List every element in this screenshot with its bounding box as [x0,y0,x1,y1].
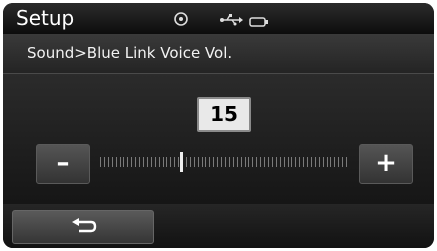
slider-tick [135,157,136,167]
slider-tick [237,157,238,167]
volume-value: 15 [197,97,251,132]
slider-tick [272,157,273,167]
slider-tick [241,157,242,167]
slider-tick [205,157,206,167]
slider-tick [198,157,199,167]
slider-tick [194,157,195,167]
slider-tick [245,157,246,167]
slider-tick [338,157,339,167]
slider-tick [120,157,121,167]
slider-tick [178,157,179,167]
slider-tick [260,157,261,167]
slider-tick [104,157,105,167]
breadcrumb: Sound>Blue Link Voice Vol. [27,44,233,62]
slider-tick [213,157,214,167]
volume-panel: 15 – + [3,74,434,204]
bottom-bar [3,204,434,248]
volume-down-button[interactable]: – [36,144,90,184]
status-bar: Setup [3,3,434,34]
slider-tick [186,157,187,167]
slider-tick [108,157,109,167]
slider-tick [174,157,175,167]
back-button[interactable] [12,210,154,244]
slider-tick [229,157,230,167]
slider-tick [334,157,335,167]
slider-tick [166,157,167,167]
slider-tick [139,157,140,167]
slider-tick [330,157,331,167]
slider-tick [123,157,124,167]
slider-tick [299,157,300,167]
slider-tick [276,157,277,167]
slider-tick [127,157,128,167]
slider-tick [131,157,132,167]
slider-thumb[interactable] [180,152,183,172]
slider-tick [159,157,160,167]
slider-tick [221,157,222,167]
slider-tick [151,157,152,167]
slider-tick [233,157,234,167]
slider-tick [225,157,226,167]
slider-tick [264,157,265,167]
slider-tick [190,157,191,167]
battery-icon [249,13,269,32]
slider-tick [288,157,289,167]
slider-tick [284,157,285,167]
breadcrumb-bar: Sound>Blue Link Voice Vol. [3,34,434,74]
slider-tick [268,157,269,167]
slider-tick [291,157,292,167]
slider-tick [163,157,164,167]
slider-tick [112,157,113,167]
slider-tick [252,157,253,167]
target-icon [173,11,189,31]
slider-tick [295,157,296,167]
back-arrow-icon [72,218,97,233]
slider-tick [248,157,249,167]
slider-tick [256,157,257,167]
volume-slider[interactable] [100,151,350,173]
slider-tick [280,157,281,167]
slider-tick [311,157,312,167]
slider-tick [217,157,218,167]
slider-tick [202,157,203,167]
slider-tick [319,157,320,167]
slider-tick [143,157,144,167]
slider-tick [209,157,210,167]
slider-tick [323,157,324,167]
volume-up-button[interactable]: + [359,144,413,184]
usb-icon [219,12,243,31]
app-title: Setup [16,6,75,30]
slider-tick [327,157,328,167]
slider-tick [342,157,343,167]
slider-tick [315,157,316,167]
slider-tick [303,157,304,167]
slider-tick [147,157,148,167]
slider-tick [116,157,117,167]
slider-tick [170,157,171,167]
slider-tick [100,157,101,167]
slider-tick [307,157,308,167]
slider-tick [346,157,347,167]
screen: Setup Sound>Blue Link Voice Vol. 15 – + [3,3,434,248]
slider-tick [155,157,156,167]
